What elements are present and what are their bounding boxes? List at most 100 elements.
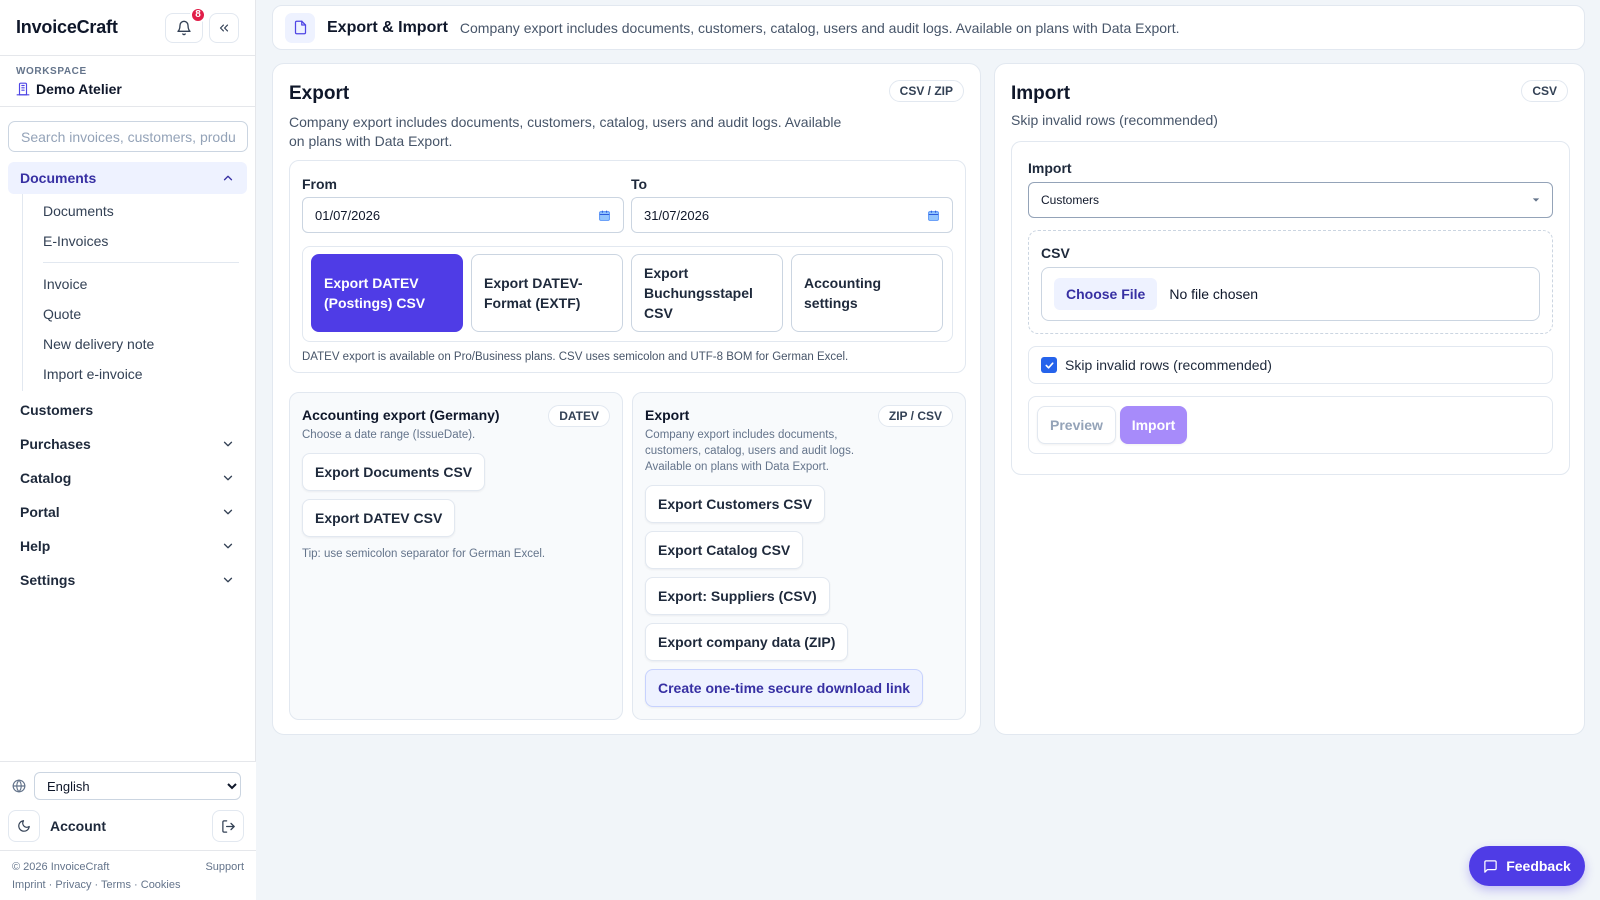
legal-links[interactable]: Imprint · Privacy · Terms · Cookies xyxy=(12,876,244,894)
company-export-title: Export xyxy=(645,407,690,423)
to-date-value: 31/07/2026 xyxy=(644,207,710,223)
from-date-input[interactable]: 01/07/2026 xyxy=(302,197,624,233)
accounting-settings-button[interactable]: Accounting settings xyxy=(791,254,943,332)
subnav-item-new-delivery-note[interactable]: New delivery note xyxy=(23,329,247,359)
main-nav: Documents Documents E-Invoices Invoice Q… xyxy=(0,162,255,597)
chevron-down-icon xyxy=(223,509,233,515)
import-actions: Preview Import xyxy=(1028,396,1553,454)
create-secure-link-button[interactable]: Create one-time secure download link xyxy=(645,669,924,707)
csv-label: CSV xyxy=(1041,245,1070,261)
search-wrap xyxy=(0,107,255,158)
zip-csv-badge: ZIP / CSV xyxy=(877,405,953,427)
copyright-text: © 2026 InvoiceCraft xyxy=(12,861,110,873)
export-header: Export Company export includes documents… xyxy=(289,83,859,151)
chevron-down-icon xyxy=(223,441,233,447)
choose-file-button[interactable]: Choose File xyxy=(1054,278,1158,310)
export-catalog-csv-button[interactable]: Export Catalog CSV xyxy=(645,531,804,569)
accounting-tip: Tip: use semicolon separator for German … xyxy=(302,548,546,560)
chat-icon xyxy=(1484,859,1497,873)
support-link[interactable]: Support xyxy=(205,858,244,876)
from-label: From xyxy=(302,176,337,192)
nav-item-help[interactable]: Help xyxy=(8,529,247,563)
language-row: English xyxy=(0,762,256,806)
import-type-value: Customers xyxy=(1041,193,1100,207)
to-date-input[interactable]: 31/07/2026 xyxy=(631,197,953,233)
account-row: Account xyxy=(0,806,256,850)
subnav-item-e-invoices[interactable]: E-Invoices xyxy=(23,226,247,256)
export-format-badge: CSV / ZIP xyxy=(888,80,964,102)
import-button[interactable]: Import xyxy=(1120,406,1187,444)
export-datev-extf-button[interactable]: Export DATEV-Format (EXTF) xyxy=(471,254,623,332)
nav-item-catalog[interactable]: Catalog xyxy=(8,461,247,495)
to-label: To xyxy=(631,176,648,192)
collapse-sidebar-button[interactable] xyxy=(209,12,239,43)
nav-item-customers-label: Customers xyxy=(20,402,94,418)
subnav-item-import-e-invoice[interactable]: Import e-invoice xyxy=(23,359,247,389)
footer-top-row: © 2026 InvoiceCraft Support xyxy=(12,858,244,876)
import-type-label: Import xyxy=(1028,160,1072,176)
nav-item-portal-label: Portal xyxy=(20,504,60,520)
nav-item-purchases-label: Purchases xyxy=(20,436,91,452)
calendar-icon xyxy=(928,210,939,221)
nav-item-portal[interactable]: Portal xyxy=(8,495,247,529)
calendar-icon xyxy=(599,210,610,221)
export-datev-postings-button[interactable]: Export DATEV (Postings) CSV xyxy=(311,254,463,332)
feedback-label: Feedback xyxy=(1506,858,1571,874)
logout-button[interactable] xyxy=(212,810,244,842)
subnav-item-documents[interactable]: Documents xyxy=(23,196,247,226)
chevron-down-icon xyxy=(223,543,233,549)
datev-export-panel: From 01/07/2026 To 31/07/2026 Export DAT… xyxy=(289,160,966,373)
skip-invalid-rows-row[interactable]: Skip invalid rows (recommended) xyxy=(1028,346,1553,384)
globe-icon xyxy=(12,779,26,793)
workspace-switcher[interactable]: WORKSPACE Demo Atelier xyxy=(0,56,255,107)
sidebar-header: InvoiceCraft 8 xyxy=(0,0,255,56)
datev-badge: DATEV xyxy=(548,405,610,427)
company-export-card: Export Company export includes documents… xyxy=(632,392,966,720)
subnav-item-invoice[interactable]: Invoice xyxy=(23,269,247,299)
page-title: Export & Import xyxy=(327,18,448,36)
sidebar-footer: © 2026 InvoiceCraft Support Imprint · Pr… xyxy=(0,850,256,900)
app-logo[interactable]: InvoiceCraft xyxy=(16,17,165,38)
preview-button[interactable]: Preview xyxy=(1037,406,1116,444)
company-export-description: Company export includes documents, custo… xyxy=(645,429,855,473)
import-title: Import xyxy=(1011,83,1071,104)
export-customers-csv-button[interactable]: Export Customers CSV xyxy=(645,485,826,523)
language-select[interactable]: English xyxy=(34,772,241,800)
feedback-button[interactable]: Feedback xyxy=(1469,846,1585,886)
datev-note: DATEV export is available on Pro/Busines… xyxy=(302,351,849,363)
csv-file-input[interactable]: Choose File No file chosen xyxy=(1041,267,1540,321)
export-suppliers-csv-button[interactable]: Export: Suppliers (CSV) xyxy=(645,577,830,615)
export-buchungsstapel-button[interactable]: Export Buchungsstapel CSV xyxy=(631,254,783,332)
skip-invalid-rows-checkbox[interactable] xyxy=(1041,357,1057,373)
export-documents-csv-button[interactable]: Export Documents CSV xyxy=(302,453,486,491)
nav-item-settings[interactable]: Settings xyxy=(8,563,247,597)
chevron-down-icon xyxy=(223,475,233,481)
csv-dropzone: CSV Choose File No file chosen xyxy=(1028,230,1553,334)
import-card: Import Skip invalid rows (recommended) C… xyxy=(994,63,1585,735)
nav-group-documents[interactable]: Documents xyxy=(8,162,247,194)
check-icon xyxy=(1044,361,1054,369)
nav-item-help-label: Help xyxy=(20,538,51,554)
theme-toggle-button[interactable] xyxy=(8,810,40,842)
export-datev-csv-button[interactable]: Export DATEV CSV xyxy=(302,499,456,537)
subnav-divider xyxy=(43,262,239,263)
subnav-item-quote[interactable]: Quote xyxy=(23,299,247,329)
export-card: Export Company export includes documents… xyxy=(272,63,981,735)
account-link[interactable]: Account xyxy=(50,818,202,834)
nav-group-documents-label: Documents xyxy=(20,170,97,186)
accounting-export-card: Accounting export (Germany) Choose a dat… xyxy=(289,392,623,720)
import-type-select[interactable]: Customers xyxy=(1028,182,1553,218)
accounting-export-title: Accounting export (Germany) xyxy=(302,407,500,423)
export-company-zip-button[interactable]: Export company data (ZIP) xyxy=(645,623,849,661)
search-input[interactable] xyxy=(8,121,248,152)
nav-item-settings-label: Settings xyxy=(20,572,76,588)
bell-icon xyxy=(177,20,191,35)
import-panel: Import Customers CSV Choose File No file… xyxy=(1011,141,1570,475)
accounting-export-description: Choose a date range (IssueDate). xyxy=(302,429,476,441)
nav-item-catalog-label: Catalog xyxy=(20,470,72,486)
nav-item-customers[interactable]: Customers xyxy=(8,393,247,427)
chevron-up-icon xyxy=(223,175,233,181)
notifications-button[interactable]: 8 xyxy=(165,6,206,43)
nav-item-purchases[interactable]: Purchases xyxy=(8,427,247,461)
chevrons-left-icon xyxy=(219,24,229,31)
